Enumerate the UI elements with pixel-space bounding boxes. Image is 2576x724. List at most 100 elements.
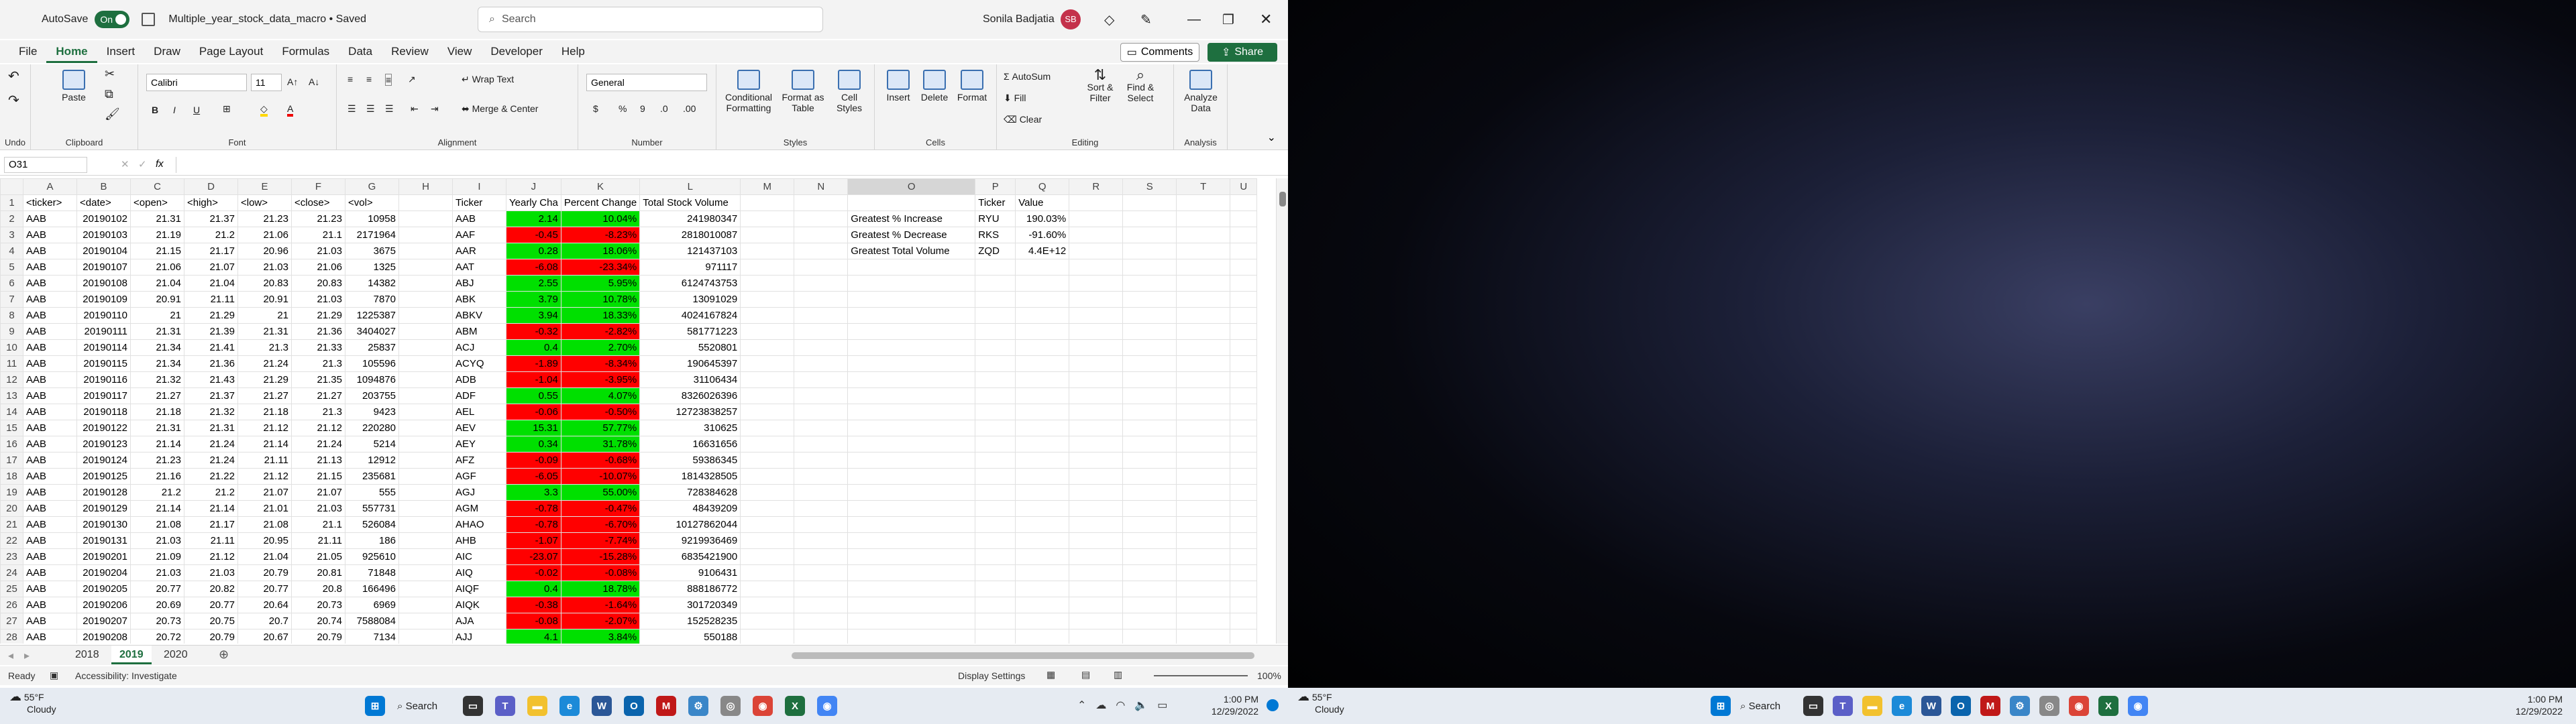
column-header[interactable]: U bbox=[1230, 178, 1258, 195]
edge-icon[interactable]: e bbox=[1892, 696, 1912, 716]
increase-decimal-icon[interactable]: .0 bbox=[660, 103, 668, 114]
cell[interactable]: 190645397 bbox=[639, 355, 741, 372]
cell[interactable] bbox=[1015, 420, 1070, 436]
cell[interactable]: 21.03 bbox=[184, 564, 238, 581]
cell[interactable]: Percent Change bbox=[560, 194, 641, 211]
cell[interactable]: 12723838257 bbox=[639, 404, 741, 420]
cell[interactable] bbox=[1122, 307, 1177, 324]
cell[interactable]: 48439209 bbox=[639, 500, 741, 517]
row-header[interactable]: 12 bbox=[0, 371, 23, 388]
cell[interactable]: 4.07% bbox=[560, 387, 641, 404]
cell[interactable]: 7134 bbox=[345, 629, 399, 644]
cell[interactable]: -8.34% bbox=[560, 355, 641, 372]
cell[interactable]: 4.1 bbox=[506, 629, 561, 644]
row-header[interactable]: 8 bbox=[0, 307, 23, 324]
column-header[interactable]: L bbox=[639, 178, 741, 195]
cell[interactable] bbox=[1122, 323, 1177, 340]
cell[interactable] bbox=[740, 194, 795, 211]
cell[interactable]: 20190208 bbox=[76, 629, 131, 644]
cell[interactable]: 21.11 bbox=[237, 452, 292, 469]
cell[interactable]: 21.27 bbox=[237, 387, 292, 404]
decrease-decimal-icon[interactable]: .00 bbox=[683, 103, 696, 114]
cell[interactable]: -1.07 bbox=[506, 532, 561, 549]
cell[interactable] bbox=[1176, 243, 1231, 259]
cell[interactable]: 20.82 bbox=[184, 581, 238, 597]
cell[interactable] bbox=[1069, 581, 1124, 597]
tab-insert[interactable]: Insert bbox=[97, 40, 145, 63]
cell[interactable]: AAB bbox=[23, 516, 77, 533]
format-as-table-button[interactable]: Format as Table bbox=[780, 70, 826, 113]
cell[interactable]: 4.4E+12 bbox=[1015, 243, 1070, 259]
cell[interactable] bbox=[794, 339, 849, 356]
cell[interactable] bbox=[1122, 275, 1177, 292]
cell[interactable] bbox=[1069, 339, 1124, 356]
cell[interactable]: 557731 bbox=[345, 500, 399, 517]
cell[interactable] bbox=[1176, 581, 1231, 597]
cell[interactable] bbox=[1122, 194, 1177, 211]
cell[interactable] bbox=[794, 548, 849, 565]
cell[interactable]: 6969 bbox=[345, 597, 399, 613]
cell[interactable] bbox=[1176, 291, 1231, 308]
cell[interactable] bbox=[794, 210, 849, 227]
cell[interactable] bbox=[1122, 597, 1177, 613]
cell[interactable]: 21.18 bbox=[237, 404, 292, 420]
cell[interactable]: 21.07 bbox=[184, 259, 238, 276]
cell[interactable] bbox=[1230, 259, 1258, 276]
cell[interactable]: 55.00% bbox=[560, 484, 641, 501]
cell[interactable]: AAT bbox=[452, 259, 506, 276]
cell[interactable] bbox=[1015, 548, 1070, 565]
cell[interactable]: 21.06 bbox=[130, 259, 184, 276]
font-color-icon[interactable]: A bbox=[287, 103, 294, 117]
cell[interactable]: 20.73 bbox=[291, 597, 345, 613]
cell[interactable] bbox=[398, 404, 453, 420]
file-explorer-icon[interactable]: ▬ bbox=[527, 696, 547, 716]
cell[interactable]: 21.16 bbox=[130, 468, 184, 485]
cell[interactable] bbox=[740, 307, 795, 324]
cell[interactable] bbox=[1122, 404, 1177, 420]
cell[interactable] bbox=[1015, 564, 1070, 581]
cell[interactable]: ABKV bbox=[452, 307, 506, 324]
cell[interactable]: 20190123 bbox=[76, 436, 131, 452]
cell[interactable]: 20190108 bbox=[76, 275, 131, 292]
cell[interactable]: 20.79 bbox=[291, 629, 345, 644]
cell[interactable] bbox=[1122, 436, 1177, 452]
word-icon[interactable]: W bbox=[592, 696, 612, 716]
row-header[interactable]: 27 bbox=[0, 613, 23, 629]
cell[interactable] bbox=[847, 420, 976, 436]
cell[interactable]: 20190109 bbox=[76, 291, 131, 308]
cell[interactable] bbox=[794, 516, 849, 533]
cell[interactable] bbox=[1176, 532, 1231, 549]
cell[interactable]: 888186772 bbox=[639, 581, 741, 597]
cell[interactable]: 1225387 bbox=[345, 307, 399, 324]
cell[interactable]: 152528235 bbox=[639, 613, 741, 629]
cell[interactable] bbox=[1176, 629, 1231, 644]
cell[interactable] bbox=[1176, 484, 1231, 501]
cell[interactable]: 21.03 bbox=[130, 564, 184, 581]
column-header[interactable]: J bbox=[506, 178, 561, 195]
speaker-icon[interactable]: 🔈 bbox=[1134, 699, 1148, 712]
user-name[interactable]: Sonila Badjatia bbox=[983, 13, 1055, 25]
cell[interactable] bbox=[794, 532, 849, 549]
cell[interactable]: 21.37 bbox=[184, 210, 238, 227]
cell[interactable]: 2.55 bbox=[506, 275, 561, 292]
cell[interactable]: 8326026396 bbox=[639, 387, 741, 404]
cell[interactable] bbox=[398, 371, 453, 388]
taskbar-search[interactable]: ⌕ Search bbox=[397, 701, 451, 712]
cell[interactable]: 1094876 bbox=[345, 371, 399, 388]
cell[interactable] bbox=[398, 452, 453, 469]
cell[interactable]: 21.09 bbox=[130, 548, 184, 565]
cell[interactable]: 20190117 bbox=[76, 387, 131, 404]
cell[interactable]: 2.14 bbox=[506, 210, 561, 227]
teams-icon[interactable]: T bbox=[1833, 696, 1853, 716]
cell[interactable] bbox=[1069, 613, 1124, 629]
cell[interactable]: 21.07 bbox=[237, 484, 292, 501]
column-header[interactable]: P bbox=[975, 178, 1016, 195]
clock-right[interactable]: 1:00 PM 12/29/2022 bbox=[2516, 693, 2563, 717]
cell[interactable] bbox=[1230, 387, 1258, 404]
row-header[interactable]: 23 bbox=[0, 548, 23, 565]
cell[interactable] bbox=[794, 307, 849, 324]
cell[interactable]: 21.12 bbox=[184, 548, 238, 565]
cell[interactable]: AAB bbox=[23, 468, 77, 485]
sheet-tab-2020[interactable]: 2020 bbox=[156, 646, 196, 664]
cell[interactable] bbox=[1176, 613, 1231, 629]
